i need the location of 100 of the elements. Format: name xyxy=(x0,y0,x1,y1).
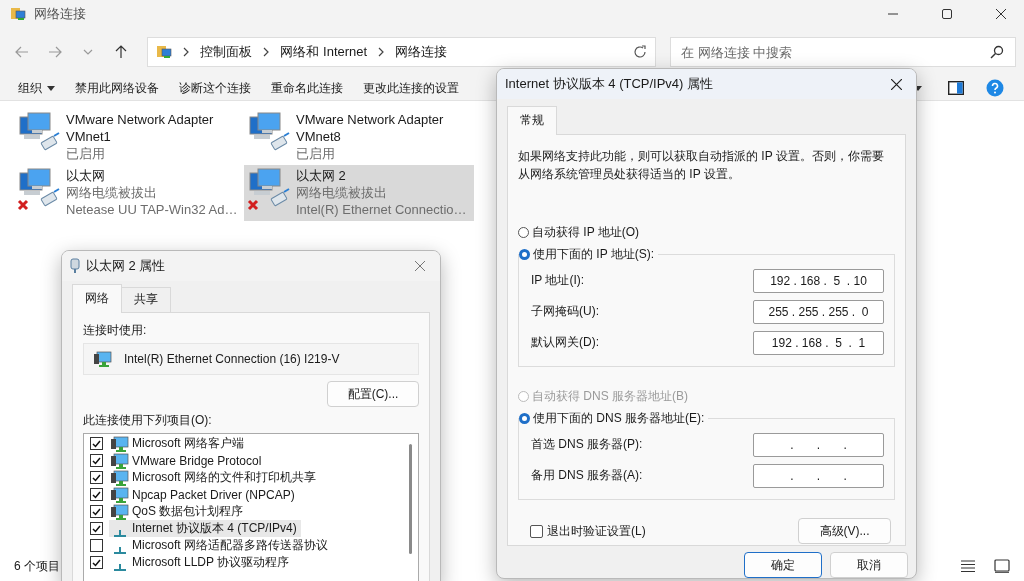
adapter-name: VMware Network Adapter VMnet1 xyxy=(66,111,215,145)
network-adapter-icon xyxy=(94,351,112,367)
network-service-icon xyxy=(111,486,129,503)
refresh-icon[interactable] xyxy=(633,45,647,59)
close-icon[interactable] xyxy=(890,78,902,90)
checkbox[interactable] xyxy=(90,539,103,552)
up-arrow-icon[interactable] xyxy=(115,45,127,59)
network-service-icon xyxy=(111,452,129,469)
dialog-title: 以太网 2 属性 xyxy=(86,257,167,275)
chevron-icon xyxy=(182,47,191,57)
details-view-icon[interactable] xyxy=(960,559,976,573)
tab[interactable]: 常规 xyxy=(507,106,557,135)
checkbox[interactable] xyxy=(90,454,103,467)
adapter-name: 以太网 xyxy=(66,167,106,184)
cancel-button[interactable]: 取消 xyxy=(830,552,908,578)
checkbox[interactable] xyxy=(90,556,103,569)
adapter-device: Netease UU TAP-Win32 Ad… xyxy=(66,201,238,218)
network-service-icon xyxy=(111,503,129,520)
back-arrow-icon[interactable] xyxy=(15,46,30,58)
toolbar-button[interactable]: 诊断这个连接 xyxy=(171,77,259,99)
list-item[interactable]: Internet 协议版本 4 (TCP/IPv4) xyxy=(109,520,301,537)
radio-label: 使用下面的 DNS 服务器地址(E): xyxy=(533,409,705,427)
search-field[interactable]: 在 网络连接 中搜索 xyxy=(670,37,1016,67)
checkbox-label: 退出时验证设置(L) xyxy=(547,522,646,540)
ip-address-field[interactable]: 192 . 168 . 5 . 1 xyxy=(753,330,884,355)
breadcrumb-link[interactable]: 网络和 Internet xyxy=(280,43,368,61)
tab[interactable]: 网络 xyxy=(72,284,122,313)
adapter-name: 以太网 2 xyxy=(296,167,347,184)
address-bar[interactable]: 控制面板 网络和 Internet 网络连接 xyxy=(147,37,656,67)
adapter-name: VMware Network Adapter VMnet8 xyxy=(296,111,445,145)
help-icon[interactable] xyxy=(986,79,1004,97)
protocol-icon xyxy=(114,529,126,537)
chevron-icon xyxy=(262,47,271,57)
adapter-item[interactable]: 以太网 2 网络电缆被拔出 Intel(R) Ethernet Connectio… xyxy=(244,165,474,221)
checkbox[interactable] xyxy=(90,488,103,501)
adapter-status: 网络电缆被拔出 xyxy=(66,184,158,201)
checkbox[interactable] xyxy=(90,471,103,484)
chevron-icon xyxy=(377,47,386,57)
breadcrumb-link[interactable]: 网络连接 xyxy=(395,43,448,61)
network-service-icon xyxy=(111,469,129,486)
field-label: 此连接使用下列项目(O): xyxy=(83,412,213,429)
list-item[interactable]: QoS 数据包计划程序 xyxy=(109,503,248,520)
checkbox[interactable] xyxy=(90,437,103,450)
breadcrumb-link[interactable]: 控制面板 xyxy=(200,43,253,61)
adapter-item[interactable]: 以太网 网络电缆被拔出 Netease UU TAP-Win32 Ad… xyxy=(14,165,244,221)
toolbar-button[interactable]: 重命名此连接 xyxy=(263,77,351,99)
radio-label: 自动获得 DNS 服务器地址(B) xyxy=(532,387,688,405)
list-item[interactable]: Microsoft 网络适配器多路传送器协议 xyxy=(109,537,332,554)
radio-button[interactable] xyxy=(519,412,530,424)
search-icon[interactable] xyxy=(990,45,1004,59)
menu-button[interactable]: 组织 xyxy=(10,77,63,99)
checkbox[interactable] xyxy=(90,522,103,535)
toolbar-button[interactable]: 禁用此网络设备 xyxy=(67,77,167,99)
radio-label: 使用下面的 IP 地址(S): xyxy=(533,245,655,263)
list-item[interactable]: Microsoft LLDP 协议驱动程序 xyxy=(109,554,294,571)
preview-pane-icon[interactable] xyxy=(948,81,964,95)
forward-arrow-icon[interactable] xyxy=(48,46,63,58)
list-item[interactable]: Microsoft 网络客户端 xyxy=(109,435,248,452)
list-item[interactable]: Npcap Packet Driver (NPCAP) xyxy=(109,486,299,503)
ip-address-field[interactable]: 255 . 255 . 255 . 0 xyxy=(753,299,884,324)
field-label: 连接时使用: xyxy=(83,322,148,339)
adapter-item[interactable]: VMware Network Adapter VMnet8 已启用 xyxy=(244,109,474,165)
maximize-icon[interactable] xyxy=(942,9,952,19)
toolbar-button[interactable]: 更改此连接的设置 xyxy=(355,77,467,99)
adapter-status: 网络电缆被拔出 xyxy=(296,184,388,201)
protocol-icon xyxy=(114,546,126,554)
dialog-title: Internet 协议版本 4 (TCP/IPv4) 属性 xyxy=(505,75,715,93)
ip-address-field[interactable]: . . . xyxy=(753,432,884,457)
radio-button[interactable] xyxy=(519,248,530,260)
network-folder-icon xyxy=(156,44,173,60)
field-label: 首选 DNS 服务器(P): xyxy=(531,436,643,453)
close-icon[interactable] xyxy=(996,9,1006,19)
description-text: 如果网络支持此功能，则可以获取自动指派的 IP 设置。否则，你需要从网络系统管理员处获得适当的 IP 设置。 xyxy=(518,148,885,183)
list-item[interactable]: Microsoft 网络的文件和打印机共享 xyxy=(109,469,320,486)
advanced-button[interactable]: 高级(V)... xyxy=(798,518,891,544)
ok-button[interactable]: 确定 xyxy=(744,552,822,578)
tab[interactable]: 共享 xyxy=(121,287,171,312)
radio-label: 自动获得 IP 地址(O) xyxy=(532,223,640,241)
chevron-down-icon[interactable] xyxy=(83,49,94,55)
adapter-item[interactable]: VMware Network Adapter VMnet1 已启用 xyxy=(14,109,244,165)
adapter-status: 已启用 xyxy=(66,145,106,162)
item-count: 6 个项目 xyxy=(14,557,60,575)
adapter-device: Intel(R) Ethernet Connectio… xyxy=(296,201,468,218)
field-label: IP 地址(I): xyxy=(531,272,585,289)
scrollbar-thumb[interactable] xyxy=(409,444,412,554)
checkbox[interactable] xyxy=(530,524,543,538)
list-item[interactable]: VMware Bridge Protocol xyxy=(109,452,266,469)
tiles-view-icon[interactable] xyxy=(994,559,1010,573)
field-label: 备用 DNS 服务器(A): xyxy=(531,467,643,484)
network-folder-icon xyxy=(10,6,26,22)
checkbox[interactable] xyxy=(90,505,103,518)
window-title: 网络连接 xyxy=(34,5,87,23)
adapter-name: Intel(R) Ethernet Connection (16) I219-V xyxy=(124,352,340,366)
protocol-icon xyxy=(114,563,126,571)
radio-button[interactable] xyxy=(518,226,529,238)
network-plug-icon xyxy=(70,258,80,274)
ip-address-field[interactable]: . . . xyxy=(753,463,884,488)
ip-address-field[interactable]: 192 . 168 . 5 . 10 xyxy=(753,268,884,293)
configure-button[interactable]: 配置(C)... xyxy=(327,381,419,407)
adapter-status: 已启用 xyxy=(296,145,336,162)
